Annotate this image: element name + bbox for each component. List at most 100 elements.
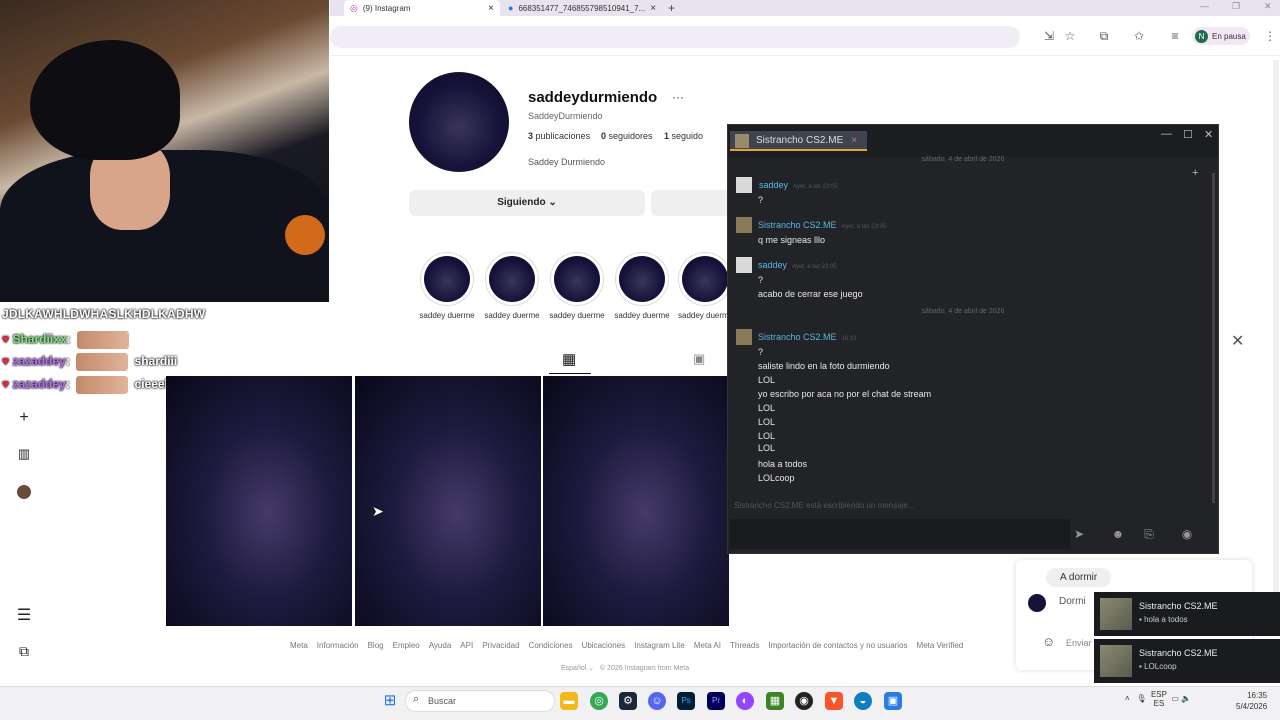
mouse-cursor-icon: ➤ [372,503,384,519]
posts-grid-icon[interactable]: ▦ [562,350,576,368]
profile-button[interactable]: N En pausa [1192,27,1250,45]
message-button[interactable] [651,190,731,216]
taskbar-clock[interactable]: 16:35 5/4/2026 [1236,690,1267,712]
chat-bubble-icon: ▪ [1139,662,1142,671]
highlight-item[interactable]: saddey duerme [547,252,607,320]
highlight-item[interactable]: saddey duerme [612,252,672,320]
footer-link[interactable]: Blog [368,641,384,650]
obs-icon[interactable]: ◉ [795,692,813,710]
reading-list-icon[interactable]: ≡ [1167,29,1183,45]
bookmarks-icon[interactable]: ✩ [1131,29,1147,45]
extensions-icon[interactable]: ⧉ [1096,29,1112,45]
avatar: N [1195,29,1208,43]
bookmark-star-icon[interactable]: ☆ [1062,29,1078,45]
discord-icon[interactable]: ☺ [648,692,666,710]
app-icon[interactable]: ▣ [884,692,902,710]
page-scrollbar[interactable] [1273,60,1279,620]
copyright: © 2026 Instagram from Meta [599,665,690,672]
menu-kebab-icon[interactable]: ⋮ [1262,29,1278,45]
footer-link[interactable]: Meta [290,641,308,650]
close-window-icon[interactable]: ✕ [1264,1,1272,12]
posts-stat[interactable]: 3 publicaciones [528,131,590,141]
footer-link[interactable]: Empleo [393,641,420,650]
post-thumbnail[interactable] [166,376,352,626]
twitch-icon[interactable]: ◐ [736,692,754,710]
chevron-up-icon[interactable]: ˄ [1125,694,1130,703]
steam-notification[interactable]: Sistrancho CS2.ME ▪ hola a todos [1094,592,1280,636]
chat-scrollbar[interactable] [1212,173,1215,503]
chrome-icon[interactable]: ◎ [590,692,608,710]
footer-link[interactable]: Meta Verified [917,641,964,650]
close-tab-icon[interactable]: × [488,3,494,14]
maximize-icon[interactable]: ❐ [1232,1,1240,12]
message-line: LOL [758,443,776,453]
footer-link[interactable]: Ubicaciones [582,641,626,650]
footer-link[interactable]: Threads [730,641,759,650]
premiere-icon[interactable]: Pr [707,692,725,710]
close-tab-icon[interactable]: × [650,3,656,14]
language-indicator[interactable]: ESP ES [1151,690,1167,708]
minimize-icon[interactable]: — [1161,128,1172,140]
footer-link[interactable]: Importación de contactos y no usuarios [768,641,907,650]
followers-stat[interactable]: 0 seguidores [601,131,653,141]
new-tab-icon[interactable]: + [668,1,675,15]
edge-icon[interactable]: ◒ [854,692,872,710]
steam-icon[interactable]: ⚙ [619,692,637,710]
meta-apps-icon[interactable]: ⧉ [16,643,32,660]
profile-avatar[interactable] [16,485,32,504]
photoshop-icon[interactable]: Ps [677,692,695,710]
post-thumbnail[interactable] [355,376,541,626]
close-tab-icon[interactable]: × [851,135,857,146]
dashboard-icon[interactable]: ▥ [16,446,32,462]
footer-link[interactable]: API [460,641,473,650]
microphone-icon[interactable]: 🎙 [1136,694,1146,703]
tagged-icon[interactable]: ▣ [693,351,705,367]
post-thumbnail[interactable] [543,376,729,626]
language-select[interactable]: Español [561,665,586,672]
profile-picture[interactable] [409,72,509,172]
create-icon[interactable]: + [16,409,32,427]
tab-facebook-image[interactable]: ● 668351477_746855798510941_7... × [502,0,658,16]
brave-icon[interactable]: ▼ [825,692,843,710]
highlight-item[interactable]: saddey duerm [675,252,727,320]
highlight-item[interactable]: saddey duerme [417,252,477,320]
avatar [1100,645,1132,677]
notification-message: ▪ LOLcoop [1139,662,1177,671]
voice-icon[interactable]: ◉ [1174,523,1200,545]
following-button[interactable]: Siguiendo ⌄ [409,190,645,216]
taskbar-search[interactable]: Buscar [405,690,555,712]
send-icon[interactable]: ➤ [1066,523,1092,545]
address-bar[interactable] [330,26,1020,48]
maximize-icon[interactable]: ☐ [1183,128,1193,141]
minecraft-icon[interactable]: ▦ [766,692,784,710]
footer-link[interactable]: Instagram Lite [634,641,685,650]
minimize-icon[interactable]: — [1200,1,1209,11]
network-icon[interactable]: ▭ [1171,694,1179,703]
tab-instagram[interactable]: ◎ (9) Instagram × [344,0,500,16]
close-icon[interactable]: ✕ [1231,331,1244,351]
footer-link[interactable]: Privacidad [482,641,519,650]
footer-link[interactable]: Información [317,641,359,650]
emoticon-icon[interactable]: ☻ [1105,523,1131,545]
windows-start-icon[interactable]: ⊞ [381,692,399,710]
volume-icon[interactable]: 🔈 [1181,694,1191,703]
steam-chat-tab[interactable]: Sistrancho CS2.ME × [730,131,868,151]
footer-link[interactable]: Condiciones [529,641,573,650]
menu-icon[interactable]: ☰ [16,605,32,625]
highlight-label: saddey duerm [678,311,727,320]
more-options-icon[interactable]: ··· [672,90,684,104]
install-app-icon[interactable]: ⇲ [1041,29,1057,45]
chat-message-input[interactable] [730,519,1070,549]
emoji-icon[interactable]: ☺ [1042,634,1055,649]
message-author: Sistrancho CS2.ME 16:33 [758,332,857,342]
footer-link[interactable]: Ayuda [429,641,452,650]
dm-send-button[interactable]: Enviar [1066,638,1092,648]
following-stat[interactable]: 1 seguido [664,131,703,141]
footer-link[interactable]: Meta AI [694,641,721,650]
close-window-icon[interactable]: ✕ [1204,128,1213,141]
steam-notification[interactable]: Sistrancho CS2.ME ▪ LOLcoop [1094,639,1280,683]
highlight-item[interactable]: saddey duerme [482,252,542,320]
file-explorer-icon[interactable]: ▬ [560,692,578,710]
attach-icon[interactable]: ⎘ [1136,523,1162,545]
add-user-icon[interactable]: + [1192,167,1198,179]
